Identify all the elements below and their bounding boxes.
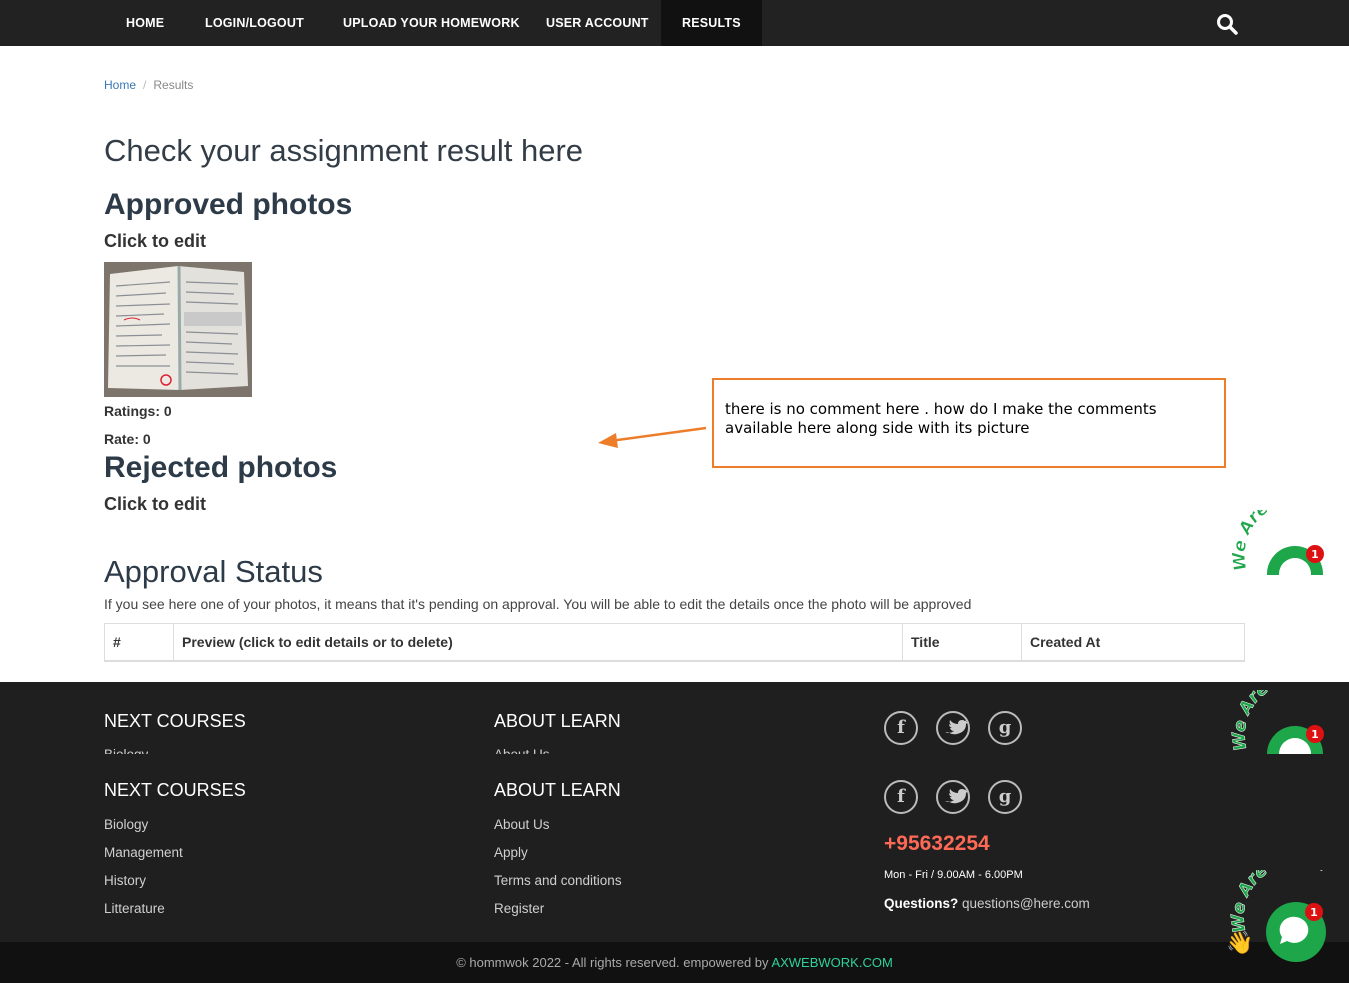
top-nav: HOME LOGIN/LOGOUT UPLOAD YOUR HOMEWORK U… [0, 0, 1349, 46]
footer-about-heading-ghost: ABOUT LEARN [494, 711, 621, 731]
footer-copyright-bar: © hommwok 2022 - All rights reserved. em… [0, 942, 1349, 983]
annotation-text: there is no comment here . how do I make… [725, 400, 1157, 437]
questions-email[interactable]: questions@here.com [962, 896, 1090, 911]
page-title: Check your assignment result here [104, 133, 584, 168]
nav-user-account[interactable]: USER ACCOUNT [546, 0, 649, 46]
google-icon[interactable]: g [988, 711, 1022, 745]
column-header-number: # [104, 623, 174, 661]
breadcrumb-current: Results [153, 78, 194, 92]
waving-hand-icon: 👋 [1226, 930, 1253, 956]
breadcrumb: Home / Results [104, 78, 193, 92]
chat-widget[interactable]: We Are Here! 👋 1 [1224, 870, 1349, 970]
footer-link-biology[interactable]: Biology [104, 817, 148, 832]
approval-table: # Preview (click to edit details or to d… [104, 623, 1245, 662]
chat-widget-ghost-2[interactable]: We Are Here! 1 [1229, 690, 1349, 754]
rejected-click-to-edit: Click to edit [104, 494, 207, 514]
chat-badge-count: 1 [1311, 728, 1319, 741]
footer-link-apply[interactable]: Apply [494, 845, 528, 860]
column-header-created-at: Created At [1021, 623, 1245, 661]
approval-description: If you see here one of your photos, it m… [104, 596, 972, 612]
approved-click-to-edit: Click to edit [104, 231, 207, 251]
footer-about-heading: ABOUT LEARN [494, 780, 621, 800]
table-header-row: # Preview (click to edit details or to d… [104, 623, 1245, 661]
approved-photos-heading: Approved photos [104, 188, 353, 221]
questions-label: Questions? [884, 896, 959, 911]
chat-badge-count: 1 [1311, 548, 1319, 561]
facebook-icon[interactable]: f [884, 711, 918, 745]
search-icon[interactable] [1215, 12, 1239, 36]
nav-login-logout[interactable]: LOGIN/LOGOUT [205, 0, 304, 46]
approval-status-heading: Approval Status [104, 554, 323, 589]
footer-link-terms[interactable]: Terms and conditions [494, 873, 622, 888]
footer: NEXT COURSES Biology ABOUT LEARN About U… [0, 682, 1349, 942]
google-icon[interactable]: g [988, 780, 1022, 814]
footer-hours: Mon - Fri / 9.00AM - 6.00PM [884, 869, 1023, 881]
facebook-icon[interactable]: f [884, 780, 918, 814]
chat-widget-ghost-1[interactable]: We Are Here! 1 [1229, 510, 1349, 575]
footer-questions: Questions? questions@here.com [884, 896, 1090, 911]
footer-link-about-us[interactable]: About Us [494, 817, 550, 832]
chat-badge-count: 1 [1310, 906, 1318, 919]
footer-link-register[interactable]: Register [494, 901, 544, 916]
footer-courses-heading: NEXT COURSES [104, 780, 246, 800]
breadcrumb-home[interactable]: Home [104, 78, 136, 92]
annotation-arrow [598, 426, 707, 448]
nav-results[interactable]: RESULTS [661, 0, 762, 46]
rate-label: Rate: 0 [104, 431, 151, 447]
copyright-text: © hommwok 2022 - All rights reserved. em… [456, 955, 769, 970]
breadcrumb-separator: / [143, 78, 147, 92]
nav-home[interactable]: HOME [126, 0, 164, 46]
credit-link[interactable]: AXWEBWORK.COM [771, 955, 892, 970]
rejected-photos-heading: Rejected photos [104, 451, 338, 484]
footer-link-litterature[interactable]: Litterature [104, 901, 165, 916]
ratings-label: Ratings: 0 [104, 403, 172, 419]
column-header-title: Title [902, 623, 1022, 661]
twitter-icon[interactable] [936, 780, 970, 814]
footer-about-link-ghost: About Us [494, 748, 550, 754]
nav-upload-homework[interactable]: UPLOAD YOUR HOMEWORK [343, 0, 520, 46]
column-header-preview: Preview (click to edit details or to del… [173, 623, 903, 661]
approved-photo-thumbnail[interactable] [104, 262, 252, 397]
footer-course-link-ghost: Biology [104, 748, 148, 754]
footer-phone[interactable]: +95632254 [884, 832, 990, 856]
annotation-callout: there is no comment here . how do I make… [712, 378, 1226, 468]
footer-courses-heading-ghost: NEXT COURSES [104, 711, 246, 731]
twitter-icon[interactable] [936, 711, 970, 745]
footer-link-history[interactable]: History [104, 873, 146, 888]
footer-link-management[interactable]: Management [104, 845, 183, 860]
